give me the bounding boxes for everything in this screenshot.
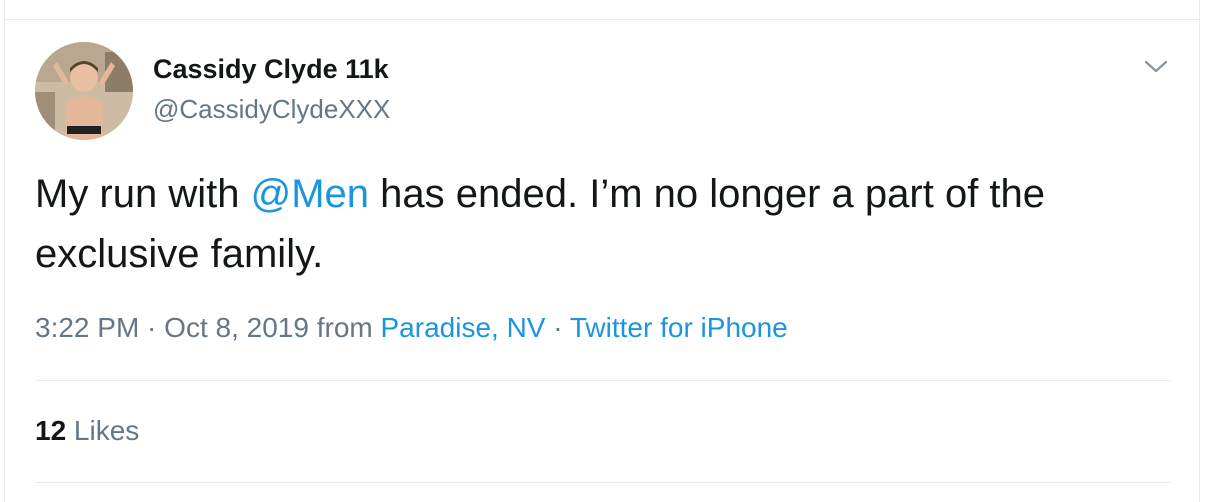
tweet-text-start: My run with bbox=[35, 172, 251, 216]
card-top-border bbox=[4, 19, 1200, 20]
tweet-card: Cassidy Clyde 11k @CassidyClydeXXX My ru… bbox=[0, 0, 1206, 502]
author-display-name[interactable]: Cassidy Clyde 11k bbox=[153, 54, 389, 85]
location-link[interactable]: Paradise, NV bbox=[381, 312, 546, 343]
likes-label: Likes bbox=[66, 415, 140, 446]
source-link[interactable]: Twitter for iPhone bbox=[570, 312, 788, 343]
tweet-time[interactable]: 3:22 PM bbox=[35, 312, 139, 343]
likes-count: 12 bbox=[35, 415, 67, 446]
divider bbox=[35, 380, 1171, 381]
from-label: from bbox=[308, 312, 381, 343]
author-handle[interactable]: @CassidyClydeXXX bbox=[153, 94, 390, 125]
mention-link[interactable]: @Men bbox=[251, 172, 369, 216]
tweet-text: My run with @Men has ended. I’m no longe… bbox=[35, 164, 1175, 284]
card-right-border bbox=[1199, 0, 1200, 502]
likes-stat[interactable]: 12 Likes bbox=[35, 415, 139, 447]
card-left-border bbox=[4, 0, 5, 502]
tweet-metadata: 3:22 PM · Oct 8, 2019 from Paradise, NV … bbox=[35, 312, 788, 344]
meta-separator: · bbox=[139, 312, 165, 343]
tweet-date[interactable]: Oct 8, 2019 bbox=[164, 312, 309, 343]
divider-bottom bbox=[35, 482, 1171, 483]
avatar[interactable] bbox=[35, 42, 133, 140]
chevron-down-icon[interactable] bbox=[1142, 54, 1170, 78]
meta-separator-2: · bbox=[545, 312, 570, 343]
